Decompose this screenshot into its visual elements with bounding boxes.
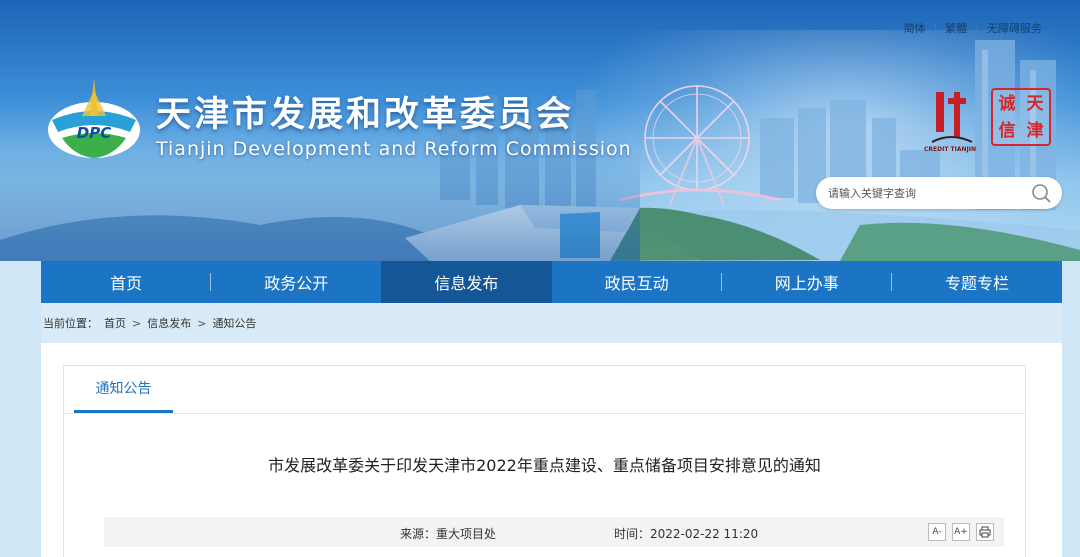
search-icon[interactable] — [1030, 182, 1052, 204]
font-decrease-button[interactable]: A- — [928, 523, 946, 541]
dpc-logo[interactable]: DPC — [44, 72, 144, 162]
breadcrumb-item-notices[interactable]: 通知公告 — [212, 315, 256, 331]
search-box[interactable] — [816, 177, 1062, 209]
site-title: 天津市发展和改革委员会 — [156, 95, 575, 135]
link-separator: | — [975, 21, 979, 35]
credit-label: CREDIT TIANJIN — [924, 146, 976, 153]
banner-haze — [0, 150, 640, 261]
seal-char: 信 — [998, 120, 1016, 141]
tab-divider — [64, 413, 1025, 414]
search-input[interactable] — [828, 184, 1018, 202]
article-meta-bar: 来源：重大项目处 时间：2022-02-22 11:20 A- A+ — [104, 517, 1004, 547]
breadcrumb-item-home[interactable]: 首页 — [104, 315, 126, 331]
nav-item-government-affairs[interactable]: 政务公开 — [211, 261, 381, 303]
printer-icon — [979, 526, 991, 538]
nav-item-public-interaction[interactable]: 政民互动 — [552, 261, 722, 303]
nav-item-information-release[interactable]: 信息发布 — [381, 261, 552, 303]
seal-char: 诚 — [998, 93, 1016, 114]
print-button[interactable] — [976, 523, 994, 541]
honesty-tianjin-seal[interactable]: 诚 天 信 津 — [991, 88, 1051, 146]
main-nav: 首页 政务公开 信息发布 政民互动 网上办事 专题专栏 — [41, 261, 1062, 303]
traditional-link[interactable]: 繁體 — [945, 20, 967, 36]
accessibility-link[interactable]: 无障碍服务 — [987, 20, 1042, 36]
article-title: 市发展改革委关于印发天津市2022年重点建设、重点储备项目安排意见的通知 — [268, 456, 821, 475]
breadcrumb-separator: > — [197, 316, 207, 330]
nav-item-online-services[interactable]: 网上办事 — [722, 261, 893, 303]
seal-char: 天 — [1026, 93, 1044, 114]
nav-item-home[interactable]: 首页 — [41, 261, 212, 303]
language-links: 简体 | 繁體 | 无障碍服务 — [904, 20, 1042, 36]
header-banner: 简体 | 繁體 | 无障碍服务 DPC 天津市发展和改革委员会 Tianjin … — [0, 0, 1080, 261]
simplified-link[interactable]: 简体 — [904, 20, 926, 36]
tab-notices[interactable]: 通知公告 — [74, 366, 173, 413]
site-subtitle: Tianjin Development and Reform Commissio… — [156, 138, 632, 160]
credit-tianjin-emblem[interactable] — [926, 88, 976, 150]
article-time: 时间：2022-02-22 11:20 — [614, 527, 759, 541]
breadcrumb-item-information-release[interactable]: 信息发布 — [147, 315, 191, 331]
seal-char: 津 — [1026, 120, 1044, 141]
nav-item-special-topics[interactable]: 专题专栏 — [892, 261, 1062, 303]
article-source: 来源：重大项目处 — [400, 527, 497, 541]
link-separator: | — [933, 21, 938, 35]
breadcrumb-separator: > — [132, 316, 142, 330]
breadcrumb: 当前位置： 首页 > 信息发布 > 通知公告 — [41, 303, 1062, 343]
logo-text: DPC — [77, 124, 111, 142]
font-increase-button[interactable]: A+ — [952, 523, 970, 541]
breadcrumb-prefix: 当前位置： — [43, 317, 98, 330]
main-content: 通知公告 市发展改革委关于印发天津市2022年重点建设、重点储备项目安排意见的通… — [41, 343, 1062, 557]
article-panel: 通知公告 市发展改革委关于印发天津市2022年重点建设、重点储备项目安排意见的通… — [63, 365, 1026, 557]
